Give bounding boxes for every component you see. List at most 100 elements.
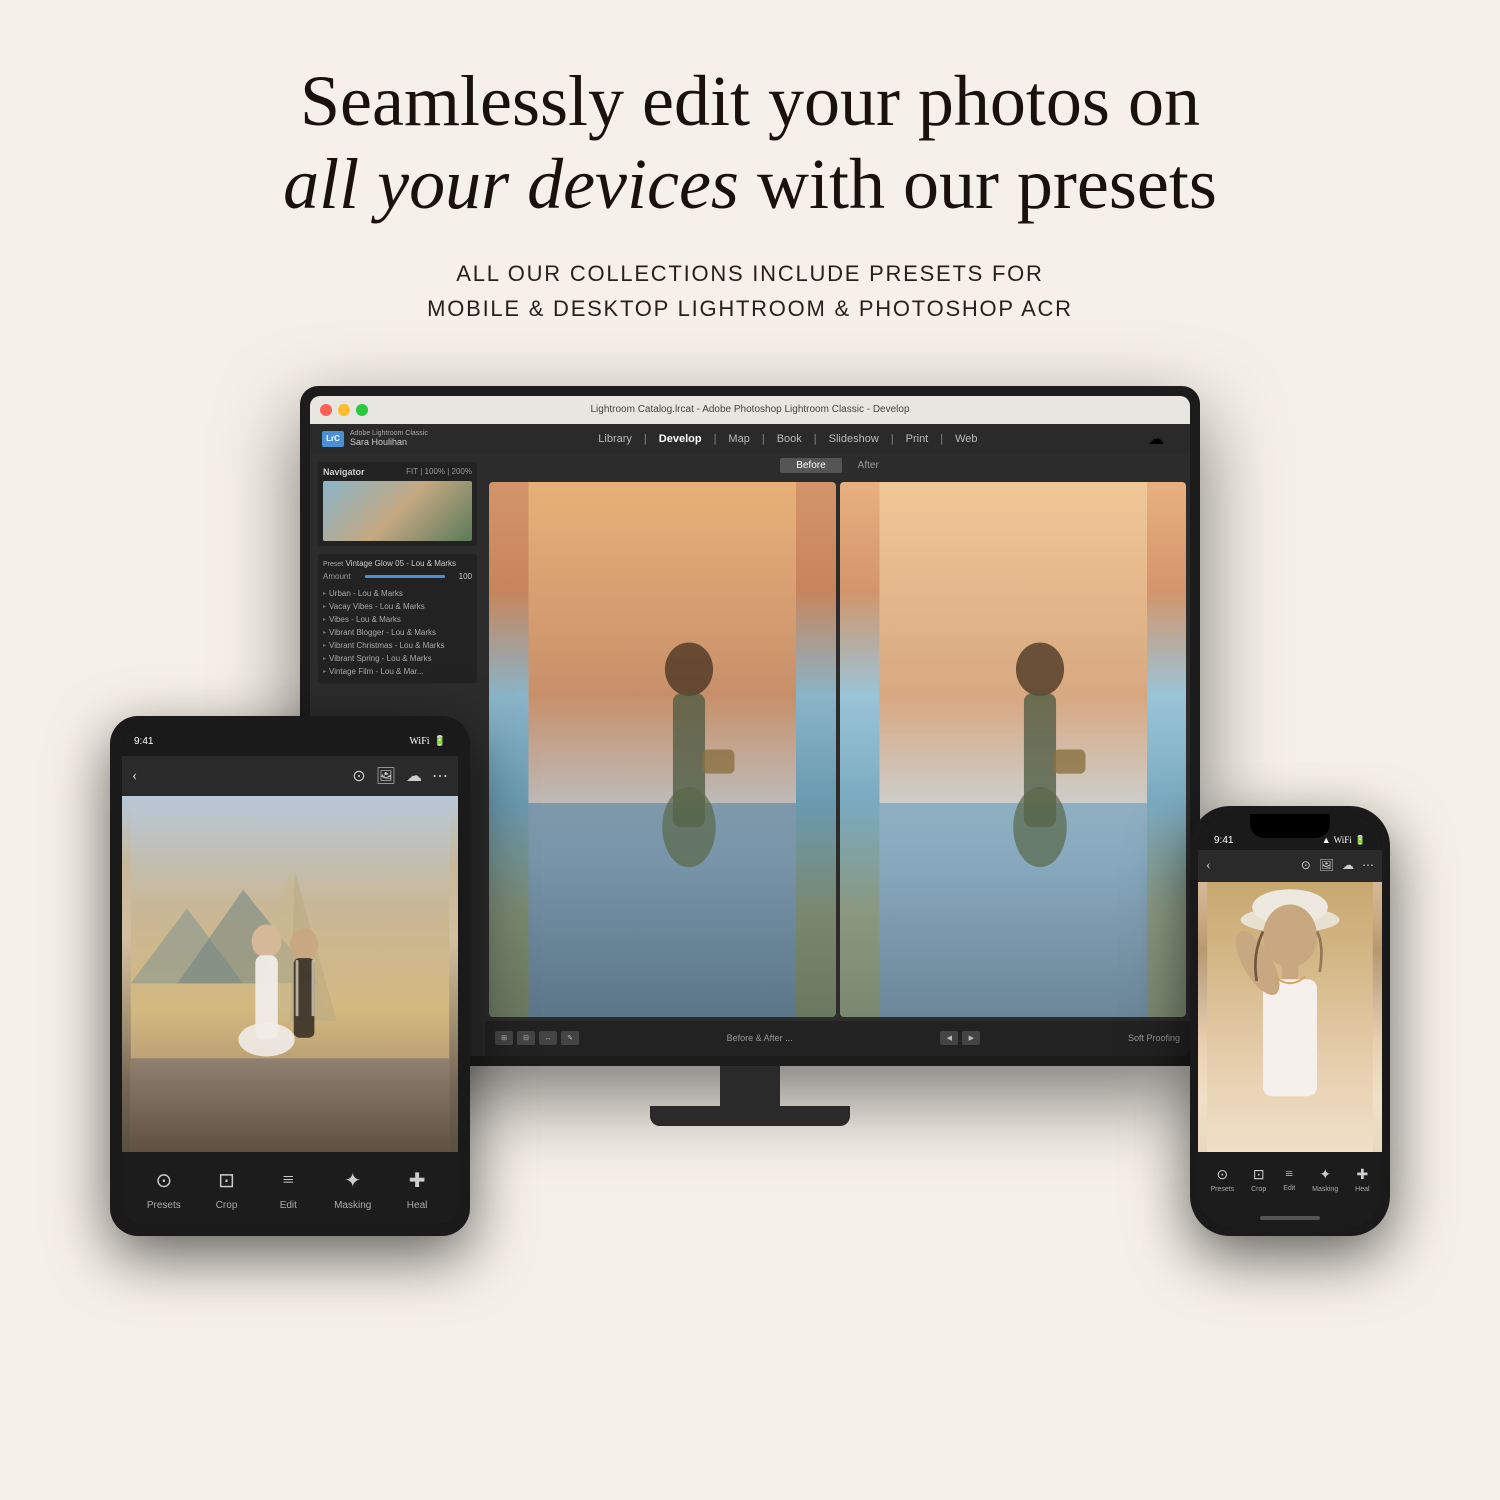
phone-icon-1[interactable]: ⊙	[1301, 858, 1311, 873]
filmstrip-btn-2[interactable]: ⊟	[517, 1031, 535, 1045]
list-item[interactable]: Urban - Lou & Marks	[323, 587, 472, 600]
phone-icon-4[interactable]: ⋯	[1362, 858, 1374, 873]
phone-wifi-icon: WiFi	[1334, 835, 1352, 846]
tablet-time: 9:41	[134, 736, 153, 747]
phone-edit-label: Edit	[1283, 1185, 1295, 1192]
tablet-tool-heal[interactable]: ✚ Heal	[401, 1164, 433, 1211]
phone-tool-presets[interactable]: ⊙ Presets	[1210, 1167, 1234, 1193]
phone-heal-label: Heal	[1355, 1186, 1369, 1193]
phone-crop-label: Crop	[1251, 1186, 1266, 1193]
phone-lr-icons: ⊙ 🖼 ☁ ⋯	[1301, 858, 1374, 873]
list-item[interactable]: Vibes - Lou & Marks	[323, 613, 472, 626]
phone-presets-label: Presets	[1210, 1186, 1234, 1193]
amount-slider[interactable]: Amount 100	[323, 572, 472, 581]
amount-value: 100	[459, 572, 472, 581]
list-item[interactable]: Vibrant Blogger - Lou & Marks	[323, 626, 472, 639]
tablet-settings-icon[interactable]: ☁	[406, 766, 422, 786]
phone-crop-icon: ⊡	[1253, 1167, 1265, 1184]
filmstrip-btn-1[interactable]: ⊞	[495, 1031, 513, 1045]
phone-icon-3[interactable]: ☁	[1342, 858, 1354, 873]
list-item[interactable]: Vacay Vibes - Lou & Marks	[323, 600, 472, 613]
phone-time: 9:41	[1214, 835, 1233, 846]
subheadline-line2: MOBILE & DESKTOP LIGHTROOM & PHOTOSHOP A…	[427, 296, 1073, 321]
phone-tool-heal[interactable]: ✚ Heal	[1355, 1167, 1369, 1193]
before-button[interactable]: Before	[780, 458, 841, 473]
phone-screen: 9:41 ▲ WiFi 🔋 ‹ ⊙ 🖼 ☁ ⋯	[1198, 814, 1382, 1228]
list-item[interactable]: Vintage Film - Lou & Mar...	[323, 665, 472, 678]
filmstrip-btn-5[interactable]: ◀	[940, 1031, 958, 1045]
lr-content-area: Before After	[485, 454, 1190, 1056]
phone-icon-2[interactable]: 🖼	[1319, 858, 1334, 873]
nav-map[interactable]: Map	[728, 433, 749, 445]
preset-panel: Preset Vintage Glow 05 - Lou & Marks Amo…	[318, 554, 477, 683]
before-after-bar: Before After	[485, 454, 1190, 478]
phone-home-indicator	[1198, 1208, 1382, 1228]
close-button-icon[interactable]	[320, 404, 332, 416]
slider-track[interactable]	[365, 575, 445, 578]
phone-notch	[1250, 814, 1330, 838]
tablet-toolbar: ⊙ Presets ⊡ Crop ≡ Edit ✦ Masking	[122, 1152, 458, 1224]
tablet-tool-masking[interactable]: ✦ Masking	[334, 1164, 371, 1211]
monitor-neck	[720, 1066, 780, 1106]
tablet-photo-svg	[122, 796, 458, 1152]
amount-label: Amount	[323, 572, 351, 581]
lr-topbar: LrC Adobe Lightroom Classic Sara Houliha…	[310, 424, 1190, 454]
navigator-header: Navigator FIT | 100% | 200%	[323, 467, 472, 477]
preset-name-label: Preset Vintage Glow 05 - Lou & Marks	[323, 559, 472, 568]
tablet-more-icon[interactable]: ⋯	[432, 766, 448, 786]
tablet-back-icon[interactable]: ‹	[132, 767, 137, 785]
lr-filmstrip: ⊞ ⊟ ↔ ✎ Before & After ... ◀ ▶	[485, 1021, 1190, 1056]
phone-tool-masking[interactable]: ✦ Masking	[1312, 1167, 1338, 1193]
phone-status-icons: ▲ WiFi 🔋	[1322, 835, 1366, 846]
preset-name-value: Vintage Glow 05 - Lou & Marks	[345, 559, 456, 568]
tablet-tool-crop[interactable]: ⊡ Crop	[211, 1164, 243, 1211]
main-headline: Seamlessly edit your photos on all your …	[283, 60, 1217, 226]
nav-web[interactable]: Web	[955, 433, 977, 445]
phone-back-icon[interactable]: ‹	[1206, 858, 1211, 874]
after-photo	[840, 482, 1187, 1017]
tablet-screen: 9:41 WiFi 🔋 ‹ ⊙ 🖼 ☁ ⋯	[122, 728, 458, 1224]
nav-library[interactable]: Library	[598, 433, 632, 445]
crop-label: Crop	[216, 1200, 238, 1211]
filmstrip-btn-6[interactable]: ▶	[962, 1031, 980, 1045]
nav-develop[interactable]: Develop	[659, 433, 702, 445]
lr-user-info: Adobe Lightroom Classic Sara Houlihan	[350, 430, 428, 447]
navigator-label: Navigator	[323, 467, 365, 477]
tablet-tool-edit[interactable]: ≡ Edit	[272, 1164, 304, 1211]
filmstrip-btn-3[interactable]: ↔	[539, 1031, 557, 1045]
tablet-photo-area	[122, 796, 458, 1152]
phone-battery-icon: 🔋	[1355, 835, 1366, 846]
list-item[interactable]: Vibrant Christmas - Lou & Marks	[323, 639, 472, 652]
phone-tool-edit[interactable]: ≡ Edit	[1283, 1167, 1295, 1192]
tablet-preset-icon[interactable]: ⊙	[352, 766, 365, 786]
nav-book[interactable]: Book	[777, 433, 802, 445]
phone-tool-crop[interactable]: ⊡ Crop	[1251, 1167, 1266, 1193]
filmstrip-controls-right: ◀ ▶	[940, 1031, 980, 1045]
tablet-lr-topbar: ‹ ⊙ 🖼 ☁ ⋯	[122, 756, 458, 796]
phone-edit-icon: ≡	[1285, 1167, 1293, 1183]
monitor-base	[650, 1106, 850, 1126]
crop-icon: ⊡	[211, 1164, 243, 1196]
tablet-nav-icons: ⊙ 🖼 ☁ ⋯	[352, 766, 448, 786]
nav-print[interactable]: Print	[906, 433, 929, 445]
nav-slideshow[interactable]: Slideshow	[829, 433, 879, 445]
tablet-photo-icon[interactable]: 🖼	[376, 766, 396, 786]
lr-navigation: Library | Develop | Map | Book | Slidesh…	[598, 433, 977, 445]
tablet-tool-presets[interactable]: ⊙ Presets	[147, 1164, 181, 1211]
subheadline: ALL OUR COLLECTIONS INCLUDE PRESETS FOR …	[427, 256, 1073, 326]
after-button[interactable]: After	[842, 458, 895, 473]
lr-cloud-icon: ☁	[1148, 429, 1178, 449]
after-photo-svg	[840, 482, 1187, 1017]
minimize-button-icon[interactable]	[338, 404, 350, 416]
subheadline-line1: ALL OUR COLLECTIONS INCLUDE PRESETS FOR	[456, 261, 1043, 286]
list-item[interactable]: Vibrant Spring - Lou & Marks	[323, 652, 472, 665]
wifi-icon: WiFi	[409, 736, 429, 747]
filmstrip-label: Before & After ...	[727, 1033, 793, 1043]
filmstrip-btn-4[interactable]: ✎	[561, 1031, 579, 1045]
before-photo	[489, 482, 836, 1017]
edit-label: Edit	[280, 1200, 297, 1211]
phone-lr-bar: ‹ ⊙ 🖼 ☁ ⋯	[1198, 850, 1382, 882]
fullscreen-button-icon[interactable]	[356, 404, 368, 416]
presets-icon: ⊙	[148, 1164, 180, 1196]
preset-list: Urban - Lou & Marks Vacay Vibes - Lou & …	[323, 587, 472, 678]
